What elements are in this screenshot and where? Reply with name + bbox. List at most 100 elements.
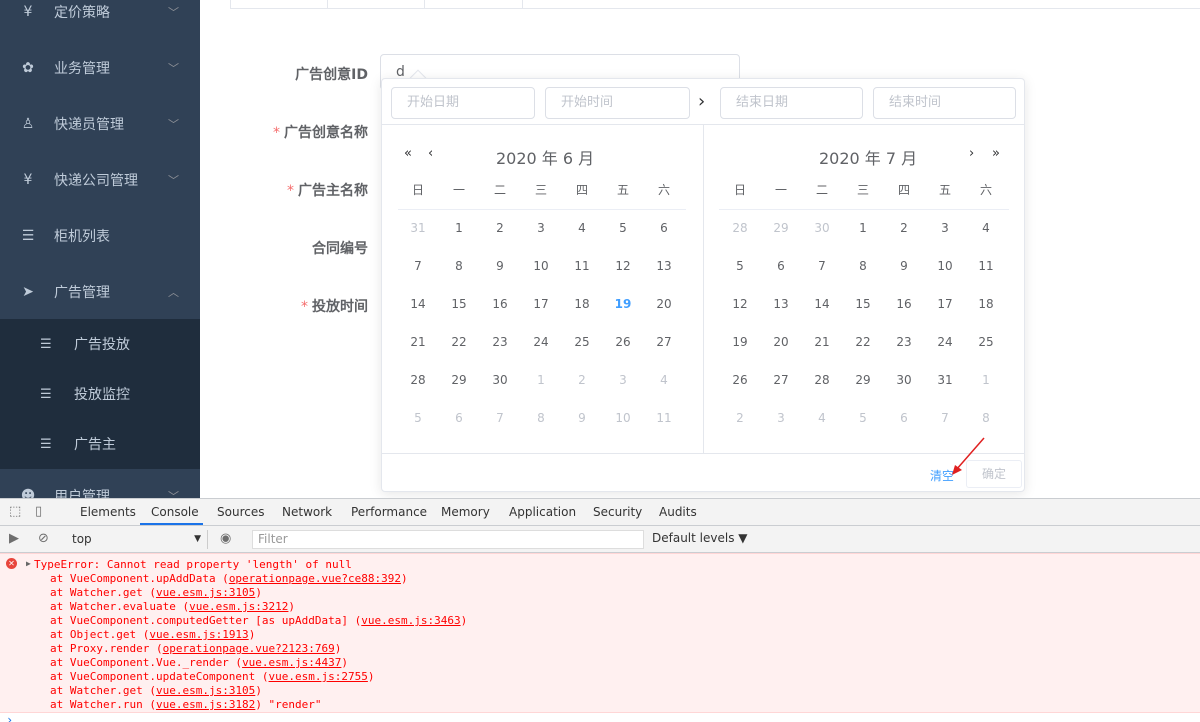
calendar-day[interactable]: 8 (848, 254, 878, 278)
expand-triangle-icon[interactable]: ▶ (26, 559, 31, 568)
calendar-day[interactable]: 4 (971, 216, 1001, 240)
calendar-day[interactable]: 3 (766, 406, 796, 430)
sidebar-subitem-placement-monitor[interactable]: ☰ 投放监控 (0, 369, 200, 419)
tab-elements[interactable]: Elements (80, 505, 136, 519)
start-time-input[interactable]: 开始时间 (545, 87, 690, 119)
calendar-day[interactable]: 26 (725, 368, 755, 392)
calendar-day[interactable]: 31 (403, 216, 433, 240)
calendar-day[interactable]: 7 (807, 254, 837, 278)
calendar-day[interactable]: 16 (485, 292, 515, 316)
calendar-day[interactable]: 15 (444, 292, 474, 316)
calendar-day[interactable]: 20 (766, 330, 796, 354)
calendar-day[interactable]: 9 (567, 406, 597, 430)
clear-console-icon[interactable]: ⊘ (38, 531, 49, 546)
calendar-day[interactable]: 29 (766, 216, 796, 240)
calendar-day[interactable]: 24 (930, 330, 960, 354)
calendar-day[interactable]: 28 (725, 216, 755, 240)
source-link[interactable]: vue.esm.js:1913 (149, 628, 248, 641)
calendar-day[interactable]: 3 (930, 216, 960, 240)
calendar-day[interactable]: 1 (526, 368, 556, 392)
source-link[interactable]: vue.esm.js:3105 (156, 684, 255, 697)
tab-console[interactable]: Console (151, 505, 199, 519)
calendar-day[interactable]: 2 (485, 216, 515, 240)
calendar-day[interactable]: 14 (807, 292, 837, 316)
calendar-day[interactable]: 12 (608, 254, 638, 278)
end-date-input[interactable]: 结束日期 (720, 87, 863, 119)
calendar-day[interactable]: 27 (766, 368, 796, 392)
tab-performance[interactable]: Performance (351, 505, 427, 519)
sidebar-item-pricing[interactable]: ¥ 定价策略 ﹀ (0, 0, 200, 40)
calendar-day[interactable]: 26 (608, 330, 638, 354)
calendar-day[interactable]: 28 (403, 368, 433, 392)
sidebar-item-ad-management[interactable]: ➤ 广告管理 ︿ (0, 264, 200, 320)
calendar-day[interactable]: 1 (971, 368, 1001, 392)
console-prompt-icon[interactable]: › (6, 713, 13, 722)
calendar-day[interactable]: 5 (848, 406, 878, 430)
next-year-button[interactable]: » (992, 146, 1000, 161)
calendar-day[interactable]: 22 (444, 330, 474, 354)
end-time-input[interactable]: 结束时间 (873, 87, 1016, 119)
calendar-day[interactable]: 2 (725, 406, 755, 430)
console-filter-input[interactable]: Filter (252, 530, 644, 549)
sidebar-item-courier[interactable]: ♙ 快递员管理 ﹀ (0, 96, 200, 152)
calendar-day[interactable]: 3 (526, 216, 556, 240)
calendar-day[interactable]: 14 (403, 292, 433, 316)
calendar-day[interactable]: 5 (403, 406, 433, 430)
calendar-day[interactable]: 9 (889, 254, 919, 278)
calendar-day[interactable]: 6 (766, 254, 796, 278)
source-link[interactable]: vue.esm.js:3212 (189, 600, 288, 613)
calendar-day[interactable]: 21 (807, 330, 837, 354)
calendar-day[interactable]: 18 (971, 292, 1001, 316)
calendar-day[interactable]: 11 (649, 406, 679, 430)
sidebar-subitem-ad-placement[interactable]: ☰ 广告投放 (0, 319, 200, 369)
tab-audits[interactable]: Audits (659, 505, 697, 519)
sidebar-toggle-icon[interactable]: ▶ (9, 531, 19, 546)
calendar-day[interactable]: 4 (567, 216, 597, 240)
calendar-day[interactable]: 11 (567, 254, 597, 278)
calendar-day[interactable]: 6 (889, 406, 919, 430)
calendar-day[interactable]: 25 (567, 330, 597, 354)
sidebar-item-business[interactable]: ✿ 业务管理 ﹀ (0, 40, 200, 96)
source-link[interactable]: vue.esm.js:3463 (361, 614, 460, 627)
calendar-day[interactable]: 30 (889, 368, 919, 392)
calendar-day[interactable]: 5 (725, 254, 755, 278)
next-month-button[interactable]: › (969, 146, 974, 161)
calendar-day[interactable]: 27 (649, 330, 679, 354)
calendar-day[interactable]: 18 (567, 292, 597, 316)
calendar-day[interactable]: 7 (930, 406, 960, 430)
context-select[interactable]: top ▼ (68, 530, 208, 549)
calendar-day[interactable]: 10 (526, 254, 556, 278)
source-link[interactable]: operationpage.vue?ce88:392 (229, 572, 401, 585)
tab-security[interactable]: Security (593, 505, 642, 519)
calendar-day[interactable]: 29 (848, 368, 878, 392)
source-link[interactable]: operationpage.vue?2123:769 (163, 642, 335, 655)
calendar-day[interactable]: 24 (526, 330, 556, 354)
calendar-day[interactable]: 10 (930, 254, 960, 278)
calendar-day[interactable]: 2 (889, 216, 919, 240)
tab-network[interactable]: Network (282, 505, 332, 519)
calendar-day[interactable]: 8 (526, 406, 556, 430)
calendar-day[interactable]: 30 (807, 216, 837, 240)
calendar-day[interactable]: 7 (485, 406, 515, 430)
source-link[interactable]: vue.esm.js:2755 (269, 670, 368, 683)
calendar-day[interactable]: 6 (649, 216, 679, 240)
calendar-day[interactable]: 10 (608, 406, 638, 430)
eye-icon[interactable]: ◉ (220, 531, 231, 546)
inspect-element-icon[interactable]: ⬚ (9, 504, 21, 519)
calendar-day[interactable]: 5 (608, 216, 638, 240)
calendar-day[interactable]: 25 (971, 330, 1001, 354)
calendar-day[interactable]: 21 (403, 330, 433, 354)
calendar-day[interactable]: 30 (485, 368, 515, 392)
calendar-day[interactable]: 6 (444, 406, 474, 430)
calendar-day[interactable]: 20 (649, 292, 679, 316)
calendar-day[interactable]: 19 (608, 292, 638, 316)
calendar-day[interactable]: 16 (889, 292, 919, 316)
calendar-day[interactable]: 22 (848, 330, 878, 354)
calendar-day[interactable]: 7 (403, 254, 433, 278)
calendar-day[interactable]: 19 (725, 330, 755, 354)
calendar-day[interactable]: 8 (971, 406, 1001, 430)
start-date-input[interactable]: 开始日期 (391, 87, 535, 119)
calendar-day[interactable]: 1 (444, 216, 474, 240)
device-toolbar-icon[interactable]: ▯ (35, 504, 42, 519)
calendar-day[interactable]: 28 (807, 368, 837, 392)
